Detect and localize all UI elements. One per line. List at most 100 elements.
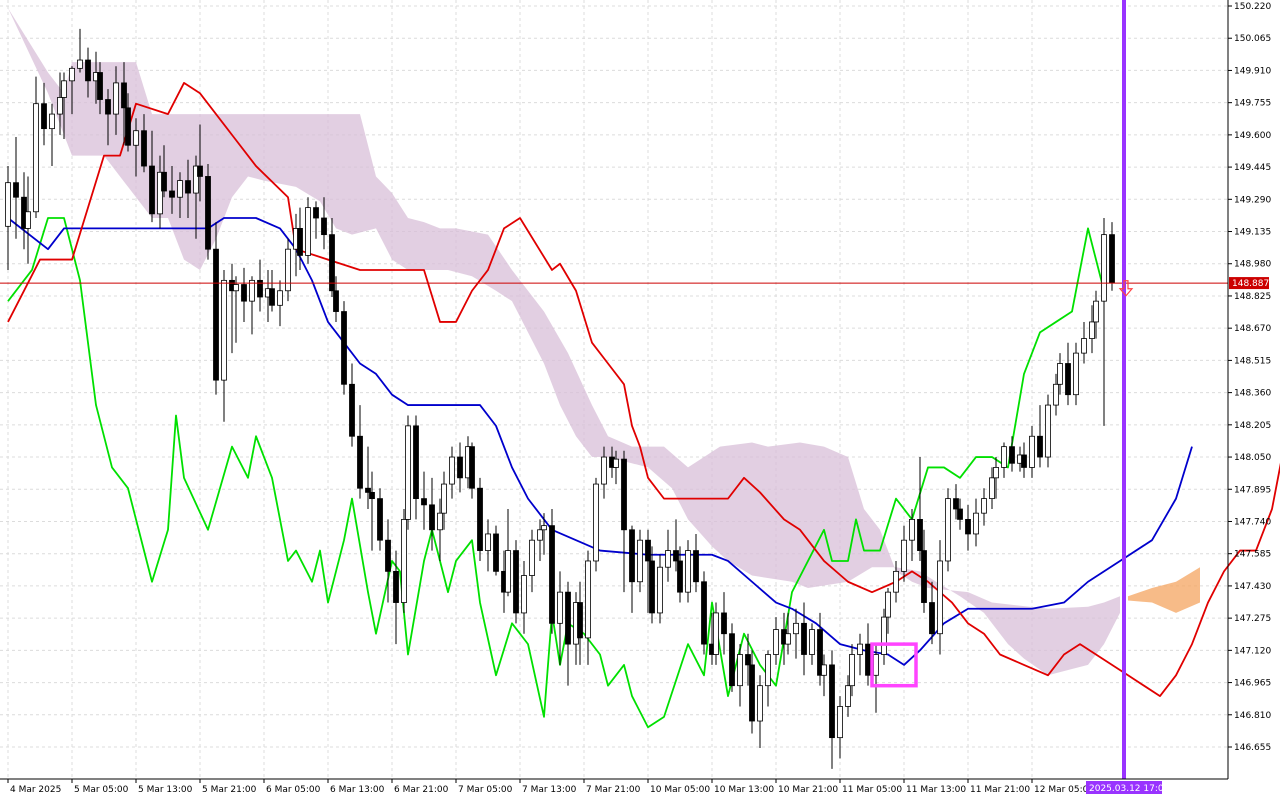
price-tick-label: 148.980 bbox=[1234, 260, 1271, 270]
price-tick-label: 147.740 bbox=[1234, 517, 1271, 527]
candle-bear bbox=[1037, 435, 1043, 458]
candle-bear bbox=[205, 176, 211, 250]
candle-bull bbox=[757, 685, 763, 722]
candle-bull bbox=[1029, 435, 1035, 468]
candle-bull bbox=[885, 591, 891, 618]
candle-bear bbox=[1009, 446, 1015, 464]
candle-bear bbox=[829, 664, 835, 739]
candle-bull bbox=[981, 498, 987, 514]
candle-bull bbox=[537, 529, 543, 541]
candle-bear bbox=[349, 383, 355, 437]
candle-bull bbox=[133, 130, 139, 146]
candle-bear bbox=[377, 498, 383, 541]
price-tick-label: 146.655 bbox=[1234, 743, 1271, 753]
candle-bear bbox=[13, 182, 19, 198]
candle-bull bbox=[485, 533, 491, 551]
price-tick-label: 148.670 bbox=[1234, 324, 1271, 334]
candle-bull bbox=[5, 182, 11, 227]
time-tick-label: 7 Mar 13:00 bbox=[522, 785, 577, 795]
candle-bull bbox=[973, 512, 979, 535]
candle-bear bbox=[957, 508, 963, 520]
time-tick-label: 5 Mar 05:00 bbox=[74, 785, 129, 795]
candle-bear bbox=[749, 664, 755, 722]
candle-bull bbox=[521, 575, 527, 614]
candle-bear bbox=[693, 550, 699, 583]
candle-bull bbox=[713, 612, 719, 655]
current-price-label: 148.887 bbox=[1232, 279, 1269, 289]
candle-bear bbox=[621, 458, 627, 531]
candle-bull bbox=[773, 629, 779, 655]
candle-bull bbox=[441, 483, 447, 514]
candle-bull bbox=[849, 654, 855, 687]
candle-bear bbox=[457, 456, 463, 479]
candle-bear bbox=[649, 560, 655, 614]
candle-bull bbox=[993, 467, 999, 479]
time-axis[interactable]: 4 Mar 2025 5 Mar 05:00 5 Mar 13:00 5 Mar 21… bbox=[7, 779, 1170, 795]
candle-bull bbox=[541, 525, 547, 531]
price-tick-label: 149.755 bbox=[1234, 99, 1271, 109]
candle-bull bbox=[1001, 446, 1007, 468]
candle-bull bbox=[989, 477, 995, 500]
candle-bull bbox=[893, 570, 899, 593]
candle-bear bbox=[745, 654, 751, 666]
candle-bear bbox=[701, 581, 707, 645]
chart-svg: 150.220 150.065 149.910 149.755 149.600 149.4… bbox=[0, 0, 1280, 795]
candle-bear bbox=[469, 446, 475, 489]
candle-bear bbox=[141, 130, 147, 167]
candle-bull bbox=[57, 97, 63, 115]
time-tick-label: 10 Mar 05:00 bbox=[650, 785, 710, 795]
candle-bull bbox=[873, 654, 879, 676]
candle-bear bbox=[149, 165, 155, 215]
candle-bull bbox=[233, 284, 239, 292]
candle-bull bbox=[69, 67, 75, 82]
candle-bear bbox=[185, 180, 191, 194]
candle-bull bbox=[737, 654, 743, 687]
candle-bull bbox=[613, 458, 619, 468]
candle-bear bbox=[477, 487, 483, 551]
candle-bull bbox=[881, 616, 887, 655]
candle-bear bbox=[953, 498, 959, 510]
price-tick-label: 148.515 bbox=[1234, 356, 1271, 366]
candle-bear bbox=[413, 425, 419, 500]
price-tick-label: 149.910 bbox=[1234, 66, 1271, 76]
candle-bear bbox=[41, 103, 47, 130]
candle-bear bbox=[1021, 454, 1027, 468]
candle-bull bbox=[285, 248, 291, 292]
candle-bull bbox=[401, 518, 407, 603]
candle-bear bbox=[493, 533, 499, 572]
cursor-time-label: 2025.03.12 17:00 bbox=[1089, 784, 1170, 794]
candle-bull bbox=[809, 629, 815, 655]
candle-bear bbox=[565, 591, 571, 645]
price-tick-label: 147.585 bbox=[1234, 550, 1271, 560]
candle-bull bbox=[61, 80, 67, 98]
candle-bear bbox=[369, 491, 375, 500]
price-tick-label: 150.220 bbox=[1234, 2, 1271, 12]
candle-bear bbox=[97, 72, 103, 100]
time-tick-label: 5 Mar 21:00 bbox=[202, 785, 257, 795]
time-tick-label: 6 Mar 21:00 bbox=[394, 785, 449, 795]
time-tick-label: 11 Mar 21:00 bbox=[970, 785, 1030, 795]
candle-bull bbox=[785, 633, 791, 645]
candle-bear bbox=[965, 518, 971, 535]
candle-bear bbox=[429, 504, 435, 531]
price-tick-label: 150.065 bbox=[1234, 34, 1271, 44]
time-tick-label: 11 Mar 13:00 bbox=[906, 785, 966, 795]
candle-bull bbox=[1053, 383, 1059, 406]
candle-bear bbox=[313, 207, 319, 219]
chart-root: 150.220 150.065 149.910 149.755 149.600 149.4… bbox=[0, 0, 1280, 800]
candle-bull bbox=[1045, 404, 1051, 458]
candle-bear bbox=[333, 290, 339, 312]
price-tick-label: 148.360 bbox=[1234, 389, 1271, 399]
candle-bear bbox=[801, 622, 807, 655]
candle-bull bbox=[765, 654, 771, 687]
time-tick-label: 11 Mar 05:00 bbox=[842, 785, 902, 795]
price-tick-label: 147.120 bbox=[1234, 646, 1271, 656]
time-tick-label: 7 Mar 05:00 bbox=[458, 785, 513, 795]
candle-bear bbox=[917, 518, 923, 551]
candle-bear bbox=[169, 190, 175, 198]
price-axis[interactable]: 150.220 150.065 149.910 149.755 149.600 149.4… bbox=[1228, 2, 1271, 753]
candle-bull bbox=[449, 456, 455, 485]
candle-bull bbox=[945, 498, 951, 562]
candle-bull bbox=[685, 550, 691, 593]
candle-bull bbox=[33, 103, 39, 213]
